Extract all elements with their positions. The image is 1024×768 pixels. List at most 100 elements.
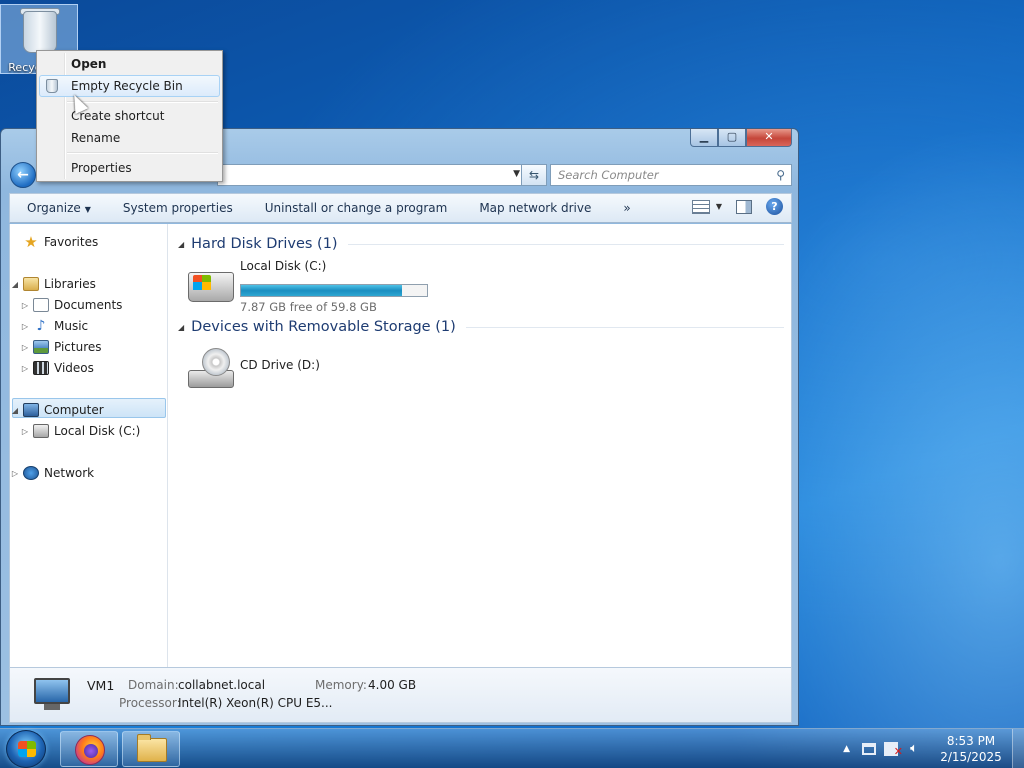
taskbar-explorer[interactable] bbox=[122, 731, 180, 767]
system-properties-button[interactable]: System properties bbox=[106, 201, 248, 215]
domain-label: Domain: bbox=[128, 678, 179, 692]
close-button[interactable]: ✕ bbox=[746, 129, 792, 147]
chevron-down-icon: ▼ bbox=[715, 202, 722, 211]
menu-separator bbox=[67, 152, 218, 154]
memory-value: 4.00 GB bbox=[368, 678, 417, 692]
windows-logo-icon bbox=[18, 741, 36, 757]
drive-c-free-space: 7.87 GB free of 59.8 GB bbox=[240, 300, 377, 314]
expand-icon: ▷ bbox=[11, 468, 19, 478]
computer-icon bbox=[23, 403, 39, 417]
group-removable[interactable]: ◢ Devices with Removable Storage (1) bbox=[178, 319, 784, 335]
menu-item-empty-recycle-bin[interactable]: Empty Recycle Bin bbox=[39, 75, 220, 97]
expand-icon: ▷ bbox=[21, 363, 29, 373]
documents-icon bbox=[33, 298, 49, 312]
address-dropdown-icon[interactable]: ▼ bbox=[513, 169, 520, 179]
network-icon bbox=[23, 466, 39, 480]
group-title: Devices with Removable Storage (1) bbox=[191, 319, 456, 335]
videos-icon bbox=[33, 361, 49, 375]
collapse-icon: ◢ bbox=[11, 279, 19, 289]
computer-icon bbox=[28, 676, 72, 712]
window-controls: ▁ ▢ ✕ bbox=[690, 129, 792, 147]
refresh-button[interactable]: ⇆ bbox=[521, 164, 547, 186]
menu-item-create-shortcut[interactable]: Create shortcut bbox=[39, 105, 220, 127]
uninstall-program-button[interactable]: Uninstall or change a program bbox=[248, 201, 463, 215]
nav-music[interactable]: ▷ ♪ Music bbox=[10, 316, 166, 336]
group-title: Hard Disk Drives (1) bbox=[191, 236, 338, 252]
divider bbox=[347, 243, 784, 245]
menu-separator bbox=[67, 101, 218, 103]
music-icon: ♪ bbox=[36, 318, 46, 334]
change-view-button[interactable]: ▼ bbox=[691, 199, 722, 214]
disk-icon bbox=[33, 424, 49, 438]
taskbar-firefox[interactable] bbox=[60, 731, 118, 767]
show-desktop-button[interactable] bbox=[1012, 729, 1024, 768]
taskbar: ▲ 🔈︎ 8:53 PM 2/15/2025 bbox=[0, 728, 1024, 768]
navigation-pane: ★ Favorites ◢ Libraries ▷ Documents ▷ ♪ Music… bbox=[10, 224, 168, 667]
star-icon: ★ bbox=[24, 233, 38, 251]
show-hidden-icons-icon[interactable]: ▲ bbox=[843, 744, 850, 754]
search-icon[interactable]: ⚲ bbox=[776, 168, 785, 182]
processor-value: Intel(R) Xeon(R) CPU E5... bbox=[178, 696, 333, 710]
view-icon bbox=[691, 199, 710, 214]
recycle-bin-icon bbox=[46, 79, 58, 93]
libraries-icon bbox=[23, 277, 39, 291]
expand-icon: ▷ bbox=[21, 321, 29, 331]
computer-name: VM1 bbox=[87, 678, 115, 693]
hard-drive-icon bbox=[188, 272, 234, 302]
clock-time: 8:53 PM bbox=[946, 734, 996, 748]
nav-documents[interactable]: ▷ Documents bbox=[10, 295, 166, 315]
network-icon[interactable] bbox=[862, 743, 876, 755]
menu-item-properties[interactable]: Properties bbox=[39, 157, 220, 179]
clock[interactable]: 8:53 PM 2/15/2025 bbox=[936, 733, 1006, 765]
more-commands-button[interactable]: » bbox=[606, 201, 645, 215]
expand-icon: ▷ bbox=[21, 300, 29, 310]
search-input[interactable]: Search Computer ⚲ bbox=[550, 164, 792, 186]
system-tray: ▲ 🔈︎ 8:53 PM 2/15/2025 bbox=[843, 729, 1024, 768]
command-bar: Organize ▼ System properties Uninstall or… bbox=[9, 193, 792, 223]
explorer-window: ▁ ▢ ✕ ← ▼ ⇆ Search Computer ⚲ Organize ▼ … bbox=[0, 128, 799, 726]
domain-value: collabnet.local bbox=[178, 678, 266, 692]
drive-c-usage-fill bbox=[241, 285, 403, 296]
memory-label: Memory: bbox=[315, 678, 367, 692]
back-button[interactable]: ← bbox=[10, 162, 36, 188]
preview-pane-icon[interactable] bbox=[736, 199, 752, 214]
map-network-drive-button[interactable]: Map network drive bbox=[462, 201, 606, 215]
nav-libraries[interactable]: ◢ Libraries bbox=[10, 274, 166, 294]
collapse-icon[interactable]: ◢ bbox=[178, 323, 184, 332]
help-icon[interactable]: ? bbox=[766, 198, 783, 215]
nav-network[interactable]: ▷ Network bbox=[10, 463, 166, 483]
drive-c-usage-bar bbox=[240, 284, 428, 297]
group-hard-disk[interactable]: ◢ Hard Disk Drives (1) bbox=[178, 236, 784, 252]
nav-local-disk[interactable]: ▷ Local Disk (C:) bbox=[10, 421, 166, 441]
clock-date: 2/15/2025 bbox=[940, 750, 1002, 764]
expand-icon: ▷ bbox=[21, 426, 29, 436]
collapse-icon: ◢ bbox=[11, 405, 19, 415]
recycle-bin-icon bbox=[23, 11, 57, 53]
windows-logo-icon bbox=[193, 275, 211, 290]
start-button[interactable] bbox=[6, 730, 46, 768]
details-pane: VM1 Domain: collabnet.local Memory: 4.00… bbox=[9, 667, 792, 723]
action-center-icon[interactable] bbox=[884, 742, 903, 760]
menu-item-open[interactable]: Open bbox=[39, 53, 220, 75]
nav-pictures[interactable]: ▷ Pictures bbox=[10, 337, 166, 357]
minimize-button[interactable]: ▁ bbox=[690, 129, 718, 147]
processor-label: Processor: bbox=[119, 696, 181, 710]
search-placeholder: Search Computer bbox=[558, 168, 659, 182]
firefox-icon bbox=[75, 735, 105, 765]
nav-favorites[interactable]: ★ Favorites bbox=[10, 232, 166, 252]
expand-icon: ▷ bbox=[21, 342, 29, 352]
collapse-icon[interactable]: ◢ bbox=[178, 240, 184, 249]
address-bar[interactable]: ▼ bbox=[217, 164, 525, 186]
drive-c-name: Local Disk (C:) bbox=[240, 259, 327, 273]
menu-item-rename[interactable]: Rename bbox=[39, 127, 220, 149]
content-area: ★ Favorites ◢ Libraries ▷ Documents ▷ ♪ Music… bbox=[9, 224, 792, 667]
pictures-icon bbox=[33, 340, 49, 354]
divider bbox=[465, 326, 784, 328]
context-menu: Open Empty Recycle Bin Create shortcut R… bbox=[36, 50, 223, 182]
nav-computer-label[interactable]: ◢ Computer bbox=[10, 400, 166, 420]
nav-videos[interactable]: ▷ Videos bbox=[10, 358, 166, 378]
volume-icon[interactable]: 🔈︎ bbox=[906, 741, 922, 757]
maximize-button[interactable]: ▢ bbox=[718, 129, 746, 147]
drive-d-name: CD Drive (D:) bbox=[240, 358, 320, 372]
organize-button[interactable]: Organize ▼ bbox=[10, 201, 106, 215]
